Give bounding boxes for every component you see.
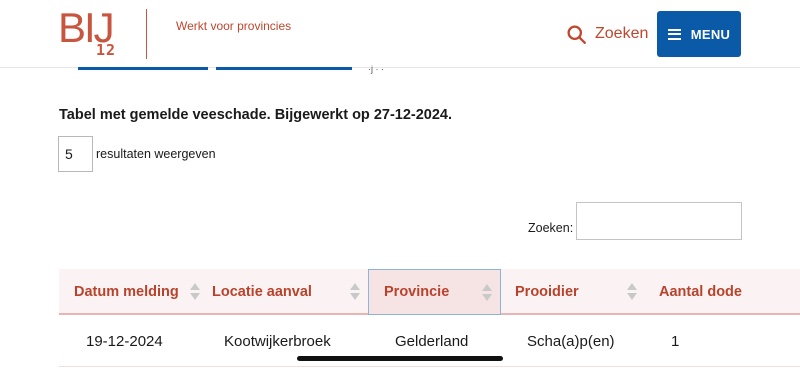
- logo-divider: [146, 9, 147, 59]
- site-header: BIJ 12 Werkt voor provincies Zoeken MENU: [0, 0, 800, 68]
- column-header-prooidier[interactable]: Prooidier: [500, 269, 645, 315]
- table-search-input[interactable]: [576, 202, 742, 240]
- bij12-logo[interactable]: BIJ 12: [58, 4, 120, 62]
- column-header-label: Datum melding: [74, 284, 179, 300]
- table-caption: Tabel met gemelde veeschade. Bijgewerkt …: [59, 107, 453, 123]
- table-header-row: Datum melding Locatie aanval Provincie P…: [59, 269, 800, 315]
- search-button[interactable]: Zoeken: [566, 22, 648, 46]
- search-label: Zoeken: [595, 25, 649, 42]
- column-header-aantal-dode[interactable]: Aantal dode: [644, 269, 800, 315]
- veeschade-table: Datum melding Locatie aanval Provincie P…: [59, 269, 800, 367]
- page-length-label: resultaten weergeven: [96, 147, 216, 161]
- page-length-select[interactable]: 5: [58, 136, 93, 172]
- scrolled-tab-underline: [216, 67, 352, 70]
- home-indicator[interactable]: [297, 356, 503, 361]
- column-header-label: Locatie aanval: [212, 284, 312, 300]
- hamburger-icon: [667, 28, 681, 40]
- column-header-label: Prooidier: [515, 284, 579, 300]
- search-icon: [567, 24, 586, 44]
- tagline: Werkt voor provincies: [176, 19, 292, 33]
- scrolled-tab-underline: [78, 67, 208, 70]
- cell-prooidier: Scha(a)p(en): [527, 332, 615, 350]
- cell-aantal-dode: 1: [671, 332, 680, 350]
- sort-arrows-icon: [627, 283, 637, 301]
- scrolled-text-fragment: ·j · ·: [368, 64, 384, 74]
- table-search-label: Zoeken:: [528, 221, 574, 235]
- sort-arrows-icon: [350, 283, 360, 301]
- sort-arrows-icon: [482, 284, 492, 302]
- column-header-datum-melding[interactable]: Datum melding: [59, 269, 208, 315]
- logo-number: 12: [96, 41, 117, 59]
- column-header-locatie-aanval[interactable]: Locatie aanval: [197, 269, 368, 315]
- column-header-label: Provincie: [384, 284, 450, 300]
- column-header-provincie[interactable]: Provincie: [368, 269, 501, 315]
- menu-label: MENU: [690, 26, 731, 42]
- column-header-label: Aantal dode: [659, 284, 742, 300]
- cell-datum-melding: 19-12-2024: [86, 332, 163, 350]
- menu-button[interactable]: MENU: [657, 11, 741, 57]
